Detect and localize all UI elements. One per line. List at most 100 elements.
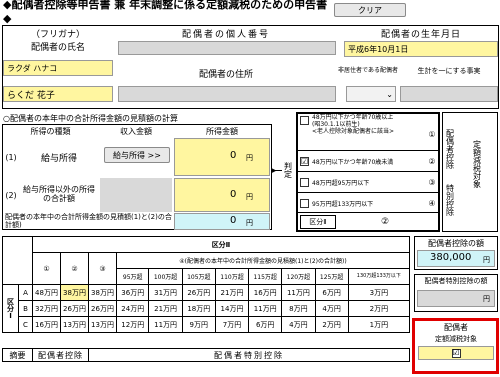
special-yen: 円 [483,295,490,303]
table-cell: 3万円 [347,284,411,301]
table-cell: 26万円 [88,300,117,317]
name-kana-header: （フリガナ） [30,29,85,40]
table-cell: 16万円 [248,284,283,301]
table-cell: 16万円 [32,316,61,333]
row-label: B [18,300,33,317]
deduction-label: 配偶者控除の額 [428,238,484,248]
deduction-value: 380,000 [430,252,472,263]
row2-amount-field[interactable] [174,178,270,212]
target-label-2: 定額減税対象 [435,334,477,343]
target-label-1: 配偶者 [444,323,468,332]
row-label: A [18,284,33,301]
chevron-down-icon: ⌄ [386,89,393,99]
kubun2-header: 区分Ⅱ [32,236,410,253]
row-header: 区分Ⅰ [2,284,19,333]
table-row: C 16万円 13万円 13万円 12万円 11万円 9万円 7万円 6万円 4万円 2万円 1万円 [3,316,411,333]
total-value: 0 [230,215,237,226]
target-checkbox-cell[interactable]: ☑ [418,346,494,360]
table-cell: 6万円 [314,284,349,301]
table-cell: 12万円 [115,316,150,333]
amount-header: 所得金額 [206,126,238,136]
salary-income-button[interactable]: 給与所得 >> [104,147,170,163]
row2-value: 0 [230,189,237,200]
table-cell: 21万円 [214,284,250,301]
sub-header: 120万超 [281,268,316,285]
sub-header: 125万超 [314,268,349,285]
row1-yen: 円 [246,154,253,162]
mark-1: ① [428,129,436,139]
nonresident-select[interactable]: ⌄ [346,86,396,102]
birth-header: 配偶者の生年月日 [380,29,461,40]
row2-num: (2) [5,190,17,200]
opt3-checkbox[interactable] [300,178,309,187]
opt1-label: 48万円以下かつ年齢70歳以上 (昭30.1.1以前生) <老人控除対象配偶者に該当… [312,114,395,135]
table-cell: 38万円 [60,284,89,301]
opt1-checkbox[interactable] [300,116,309,125]
table-row: 区分Ⅰ A 48万円 38万円 38万円 36万円 31万円 26万円 21万円 16万円 11万円… [2,284,411,333]
table-cell: 38万円 [88,284,117,301]
opt3-label: 48万円超95万円以下 [312,179,370,187]
kana-name-field[interactable]: ラクダ ハナコ [3,60,113,76]
opt4-label: 95万円超133万円以下 [312,200,374,208]
special-label: 配偶者特別控除の額 [424,277,488,285]
table-cell: 4万円 [281,316,316,333]
col-1: ① [32,252,61,285]
birth-date-field[interactable]: 平成6年10月1日 [344,41,498,57]
row2-yen: 円 [246,193,253,201]
nonresident-label: 非居住者である配偶者 [338,66,398,74]
table-cell: 24万円 [115,300,150,317]
deduction-yen: 円 [483,256,490,264]
col-3: ③ [88,252,117,285]
sub-header: 105万超 [181,268,216,285]
table-cell: 13万円 [88,316,117,333]
side-label-3: 定額減税対象 [472,140,482,188]
name-header: 配偶者の氏名 [30,42,85,53]
col-4-title: ④(配偶者の本年中の合計所得金額の見積額(1)と(2)の合計額)) [116,252,410,269]
judge-label: 判定 [283,162,293,178]
kubun2-value: ② [380,217,390,227]
table-cell: 4万円 [314,300,349,317]
summary-mid: 配偶者控除 [33,349,89,361]
table-cell: 6万円 [248,316,283,333]
mark-4: ④ [428,198,436,208]
row-label: C [18,316,33,333]
same-living-label: 生計を一にする事実 [417,67,481,75]
table-cell: 13万円 [60,316,89,333]
address-header: 配偶者の住所 [198,69,253,80]
table-cell: 2万円 [347,300,411,317]
row1-label: 給与所得 [40,153,77,164]
side-label-2: 特別控除 [445,184,455,216]
table-cell: 14万円 [214,300,250,317]
table-cell: 2万円 [314,316,349,333]
same-living-field[interactable] [400,86,498,102]
table-row: B 32万円 26万円 26万円 24万円 21万円 18万円 14万円 11万円 8万円 4万円 2… [3,300,411,317]
spouse-name-field[interactable]: らくだ 花子 [3,86,113,102]
table-cell: 11万円 [248,300,283,317]
table-cell: 32万円 [32,300,61,317]
kubun2-table: 区分Ⅱ ① ② ③ ④(配偶者の本年中の合計所得金額の見積額(1)と(2)の合計… [2,236,411,333]
table-cell: 1万円 [347,316,411,333]
opt2-label: 48万円以下かつ年齢70歳未満 [312,158,394,166]
table-cell: 48万円 [32,284,61,301]
summary-label: 摘要 [3,349,33,361]
row1-num: (1) [5,152,17,162]
table-cell: 31万円 [148,284,183,301]
target-checkbox[interactable]: ☑ [451,348,461,358]
row2-income-cell [100,178,172,212]
individual-number-input[interactable] [118,41,336,55]
form-title: ◆配偶者控除等申告書 兼 年末調整に係る定額減税のための申告書◆ [3,0,328,25]
sub-header: 95万超 [115,268,150,285]
opt4-checkbox[interactable] [300,199,309,208]
table-cell: 11万円 [148,316,183,333]
sub-header: 100万超 [148,268,183,285]
clear-button[interactable]: クリア [334,3,406,17]
address-field[interactable] [118,86,336,102]
summary-row: 摘要 配偶者控除 配偶者特別控除 [2,348,410,362]
table-cell: 9万円 [181,316,216,333]
total-label: 配偶者の本年中の合計所得金額の見積額(1)と(2)の合計額) [5,213,172,229]
side-label-1: 配偶者控除 [445,129,455,169]
row1-amount-field[interactable] [174,138,270,176]
mark-2: ② [428,156,436,166]
opt2-checkbox[interactable]: ☑ [300,157,309,166]
sub-header: 110万超 [214,268,250,285]
